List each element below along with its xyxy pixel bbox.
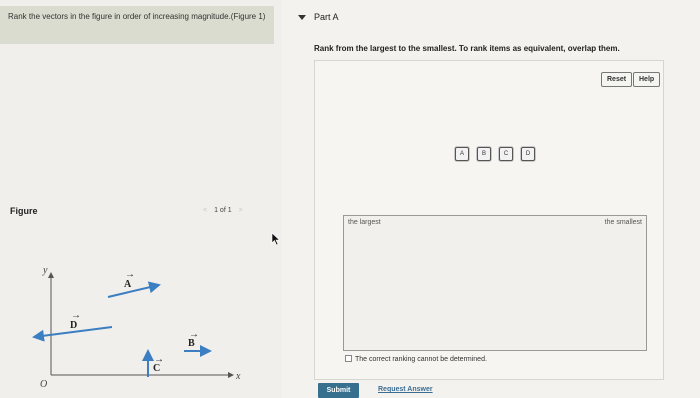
pager-count: 1 of 1 [214, 207, 232, 214]
help-button[interactable]: Help [633, 72, 661, 87]
chip-c[interactable]: C [499, 147, 513, 161]
mouse-cursor-icon [271, 232, 281, 246]
y-axis-label: y [42, 265, 48, 276]
x-axis-label: x [235, 371, 241, 382]
collapse-triangle-icon[interactable] [298, 15, 306, 20]
prev-figure-icon[interactable]: < [196, 207, 214, 214]
origin-label: O [40, 379, 47, 390]
chip-d[interactable]: D [521, 147, 535, 161]
vector-a-label: A [124, 279, 132, 290]
vector-d-label: D [70, 320, 77, 331]
part-instructions: Rank from the largest to the smallest. T… [314, 44, 620, 53]
cannot-determine-checkbox[interactable] [345, 355, 352, 362]
svg-text:→: → [189, 329, 199, 340]
request-answer-link[interactable]: Request Answer [378, 386, 433, 393]
part-title[interactable]: Part A [314, 12, 339, 22]
chip-a[interactable]: A [455, 147, 469, 161]
next-figure-icon[interactable]: > [232, 207, 250, 214]
chip-b[interactable]: B [477, 147, 491, 161]
cannot-determine-label: The correct ranking cannot be determined… [355, 356, 487, 363]
smallest-label: the smallest [604, 219, 642, 226]
ranking-drop-zone[interactable]: the largest the smallest [343, 215, 647, 351]
reset-button[interactable]: Reset [601, 72, 633, 87]
figure-heading: Figure [10, 206, 38, 216]
vector-a [107, 281, 161, 298]
submit-button[interactable]: Submit [318, 383, 359, 398]
svg-text:→: → [154, 354, 164, 365]
largest-label: the largest [348, 219, 381, 226]
svg-text:→: → [125, 269, 135, 280]
svg-text:→: → [71, 310, 81, 321]
vector-figure: y x O A → D → B → C → [32, 265, 241, 390]
figure-pager: <1 of 1 > [196, 207, 250, 214]
cannot-determine-row: The correct ranking cannot be determined… [345, 355, 487, 363]
ranking-widget: Reset Help A B C D the largest the small… [314, 60, 664, 380]
figure-panel: Rank the vectors in the figure in order … [0, 0, 282, 398]
answer-panel: Part A Rank from the largest to the smal… [292, 0, 700, 398]
question-text: Rank the vectors in the figure in order … [0, 6, 274, 44]
